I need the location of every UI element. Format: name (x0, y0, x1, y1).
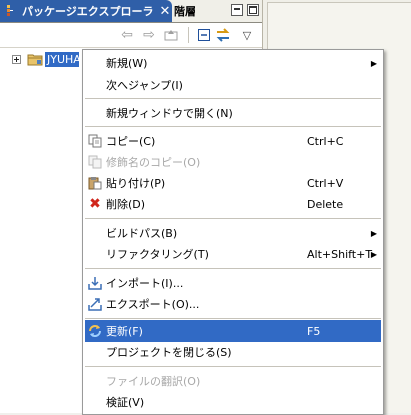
collapse-all-icon[interactable] (195, 26, 213, 44)
menu-item-copy[interactable]: コピー(C) Ctrl+C (85, 130, 381, 152)
menu-separator (85, 126, 381, 127)
menu-item-import[interactable]: インポート(I)... (85, 272, 381, 294)
package-explorer-icon (4, 4, 18, 18)
tab-label: パッケージエクスプローラ (22, 5, 154, 18)
menu-item-label: プロジェクトを閉じる(S) (106, 346, 232, 359)
menu-item-delete[interactable]: ✖ 削除(D) Delete (85, 193, 381, 215)
paste-icon (87, 175, 103, 191)
back-arrow-icon[interactable]: ⇦ (118, 26, 136, 44)
menu-item-label: リファクタリング(T) (106, 248, 209, 261)
submenu-arrow-icon: ▶ (370, 58, 377, 68)
menu-item-shortcut: F5 (307, 324, 321, 338)
menu-item-label: 貼り付け(P) (106, 177, 166, 190)
export-icon (87, 296, 103, 312)
forward-arrow-icon[interactable]: ⇨ (140, 26, 158, 44)
menu-item-export[interactable]: エクスポート(O)... (85, 293, 381, 315)
menu-item-paste[interactable]: 貼り付け(P) Ctrl+V (85, 172, 381, 194)
minimize-button[interactable] (231, 4, 243, 16)
submenu-arrow-icon: ▶ (370, 249, 377, 259)
menu-separator (85, 218, 381, 219)
project-label: JYUHA (45, 51, 79, 67)
tab-label: 階層 (174, 5, 196, 18)
menu-item-build-path[interactable]: ビルドパス(B) ▶ (85, 222, 381, 244)
copy-icon (87, 133, 103, 149)
menu-separator (85, 98, 381, 99)
menu-item-validate[interactable]: 検証(V) (85, 391, 381, 413)
delete-icon: ✖ (89, 196, 101, 212)
refresh-icon (87, 323, 103, 339)
context-menu: 新規(W) ▶ 次へジャンプ(I) 新規ウィンドウで開く(N) コピー(C) C… (82, 49, 384, 415)
menu-item-refresh[interactable]: 更新(F) F5 (85, 320, 381, 342)
menu-item-open-new-window[interactable]: 新規ウィンドウで開く(N) (85, 102, 381, 124)
toolbar-separator (188, 27, 189, 43)
menu-separator (85, 268, 381, 269)
submenu-arrow-icon: ▶ (370, 228, 377, 238)
close-icon[interactable]: ✕ (159, 4, 170, 19)
menu-item-label: 新規(W) (106, 57, 148, 70)
menu-item-translate-file: ファイルの翻訳(O) (85, 370, 381, 392)
menu-item-shortcut: Alt+Shift+T (307, 247, 373, 261)
import-icon (87, 275, 103, 291)
menu-item-label: 修飾名のコピー(O) (106, 156, 201, 169)
menu-item-label: 次へジャンプ(I) (106, 79, 183, 92)
link-with-editor-icon[interactable] (214, 26, 232, 44)
up-folder-icon[interactable] (162, 26, 180, 44)
menu-item-refactor[interactable]: リファクタリング(T) Alt+Shift+T ▶ (85, 243, 381, 265)
view-tab-bar: パッケージエクスプローラ ✕ 階層 (0, 0, 262, 23)
menu-item-shortcut: Ctrl+C (307, 134, 344, 148)
menu-item-label: 検証(V) (106, 396, 145, 409)
menu-item-shortcut: Delete (307, 197, 344, 211)
tab-package-explorer[interactable]: パッケージエクスプローラ ✕ (0, 0, 172, 22)
menu-item-shortcut: Ctrl+V (307, 176, 344, 190)
menu-item-label: インポート(I)... (106, 277, 184, 290)
menu-separator (85, 366, 381, 367)
copy-qualified-icon (87, 154, 103, 170)
menu-item-label: 更新(F) (106, 325, 143, 338)
view-menu-icon[interactable]: ▽ (238, 26, 256, 44)
project-folder-icon (27, 54, 43, 66)
menu-item-label: コピー(C) (106, 135, 156, 148)
menu-item-label: ビルドパス(B) (106, 227, 178, 240)
menu-item-label: 削除(D) (106, 198, 146, 211)
menu-item-label: ファイルの翻訳(O) (106, 375, 201, 388)
tab-hierarchy[interactable]: 階層 (174, 0, 226, 22)
view-toolbar: ⇦ ⇨ ▽ (0, 23, 262, 48)
menu-item-copy-qualified-name: 修飾名のコピー(O) (85, 151, 381, 173)
maximize-button[interactable] (247, 4, 259, 16)
menu-item-new[interactable]: 新規(W) ▶ (85, 52, 381, 74)
menu-item-close-project[interactable]: プロジェクトを閉じる(S) (85, 341, 381, 363)
tree-item-project[interactable]: JYUHA (12, 51, 79, 67)
menu-separator (85, 318, 381, 319)
menu-item-go-into[interactable]: 次へジャンプ(I) (85, 74, 381, 96)
menu-item-label: 新規ウィンドウで開く(N) (106, 107, 233, 120)
expand-icon[interactable] (12, 54, 21, 64)
menu-item-label: エクスポート(O)... (106, 298, 200, 311)
